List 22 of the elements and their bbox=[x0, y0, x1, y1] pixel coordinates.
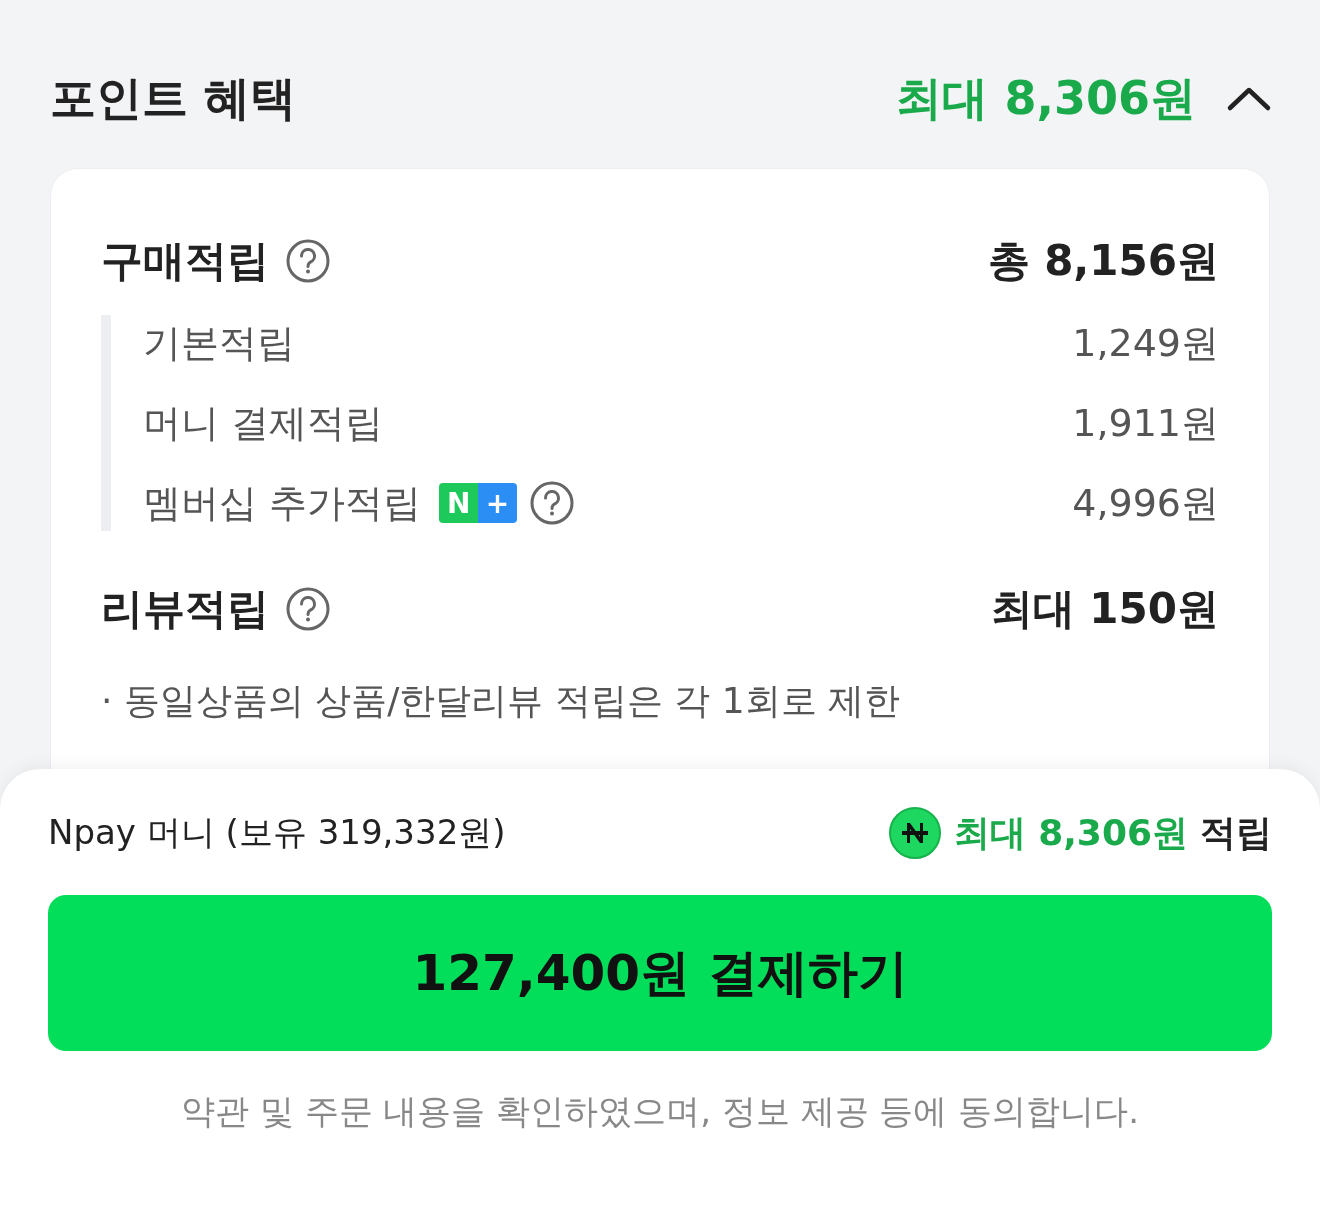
purchase-points-total: 총 8,156원 bbox=[987, 235, 1219, 287]
purchase-points-title: 구매적립 bbox=[101, 235, 269, 287]
review-points-total: 최대 150원 bbox=[990, 583, 1219, 635]
accrual-label: 적립 bbox=[1200, 810, 1272, 855]
points-amount: 4,996원 bbox=[1072, 479, 1219, 527]
help-icon[interactable] bbox=[529, 480, 576, 526]
payment-method: Npay 머니 (보유 319,332원) bbox=[48, 811, 506, 854]
coin-icon bbox=[887, 806, 942, 860]
section-title: 포인트 혜택 bbox=[50, 70, 296, 127]
points-label: 머니 결제적립 bbox=[143, 399, 384, 447]
review-note: · 동일상품의 상품/한달리뷰 적립은 각 1회로 제한 bbox=[101, 679, 902, 723]
max-points: 최대 8,306원 bbox=[896, 70, 1196, 127]
help-icon[interactable] bbox=[285, 238, 331, 284]
points-amount: 1,911원 bbox=[1072, 399, 1219, 447]
accrual-amount: 최대 8,306원 bbox=[953, 810, 1188, 855]
pay-button[interactable]: 127,400원 결제하기 bbox=[48, 895, 1272, 1051]
terms-text: 약관 및 주문 내용을 확인하였으며, 정보 제공 등에 동의합니다. bbox=[179, 1090, 1141, 1133]
help-icon[interactable] bbox=[285, 586, 331, 632]
points-label: 멤버십 추가적립 bbox=[143, 479, 422, 527]
points-label: 기본적립 bbox=[143, 319, 295, 367]
points-amount: 1,249원 bbox=[1072, 319, 1219, 367]
review-points-title: 리뷰적립 bbox=[101, 583, 269, 635]
